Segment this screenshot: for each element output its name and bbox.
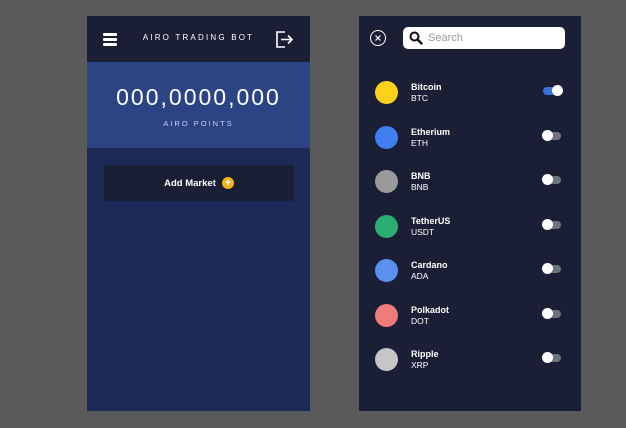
coin-color-icon bbox=[375, 348, 398, 371]
coin-ticker: ETH bbox=[411, 137, 428, 148]
points-panel: 000,0000,000 AIRO POINTS bbox=[87, 62, 310, 148]
toggle-knob bbox=[542, 352, 553, 363]
coin-name: Ripple bbox=[411, 349, 439, 359]
coin-toggle[interactable] bbox=[542, 307, 561, 319]
coin-color-icon bbox=[375, 125, 398, 149]
close-icon bbox=[375, 35, 381, 41]
coin-color-icon bbox=[375, 259, 398, 282]
dashboard-screen: AIRO TRADING BOT 000,0000,000 AIRO POINT… bbox=[87, 16, 310, 411]
coin-row-usdt[interactable]: TetherUS USDT bbox=[359, 207, 581, 252]
coin-name: Etherium bbox=[411, 126, 451, 137]
coin-row-bnb[interactable]: BNB BNB bbox=[359, 162, 581, 207]
coin-row-xrp[interactable]: Ripple XRP bbox=[359, 340, 581, 385]
coin-ticker: USDT bbox=[411, 226, 435, 237]
coin-row-ada[interactable]: Cardano ADA bbox=[359, 251, 581, 296]
toggle-knob bbox=[542, 218, 553, 230]
coin-color-icon bbox=[375, 81, 398, 104]
search-icon bbox=[409, 31, 423, 45]
search-input[interactable] bbox=[428, 27, 558, 49]
coin-toggle[interactable] bbox=[542, 129, 561, 141]
coin-row-eth[interactable]: Etherium ETH bbox=[359, 118, 581, 163]
coin-name: BNB bbox=[411, 171, 431, 181]
search-bar[interactable] bbox=[403, 27, 565, 49]
coin-name: Polkadot bbox=[411, 304, 450, 315]
add-market-label: Add Market bbox=[164, 177, 216, 189]
coin-name: Cardano bbox=[411, 260, 448, 270]
coin-name: TetherUS bbox=[411, 215, 451, 226]
coin-toggle[interactable] bbox=[542, 174, 561, 185]
coin-ticker: XRP bbox=[411, 360, 429, 370]
logout-icon[interactable] bbox=[275, 30, 294, 49]
toggle-knob bbox=[542, 129, 553, 141]
coin-row-btc[interactable]: Bitcoin BTC bbox=[359, 73, 581, 118]
coin-name: Bitcoin bbox=[411, 82, 442, 92]
close-button[interactable] bbox=[370, 30, 386, 46]
coin-toggle[interactable] bbox=[542, 352, 561, 363]
coin-color-icon bbox=[375, 170, 398, 193]
coin-ticker: DOT bbox=[411, 315, 429, 326]
toggle-knob bbox=[552, 85, 563, 96]
add-market-button[interactable]: Add Market + bbox=[104, 165, 294, 201]
points-label: AIRO POINTS bbox=[163, 119, 234, 128]
coin-list: Bitcoin BTC Etherium ETH BNB BNB TetherUS USDT C… bbox=[359, 73, 581, 385]
toggle-knob bbox=[542, 174, 553, 185]
coin-toggle[interactable] bbox=[543, 85, 563, 96]
toggle-knob bbox=[542, 263, 553, 274]
plus-circle-icon: + bbox=[221, 177, 234, 189]
market-select-screen: BitcoinBTCEtheriumETHBNBBNBTetherUSUSDTC… bbox=[359, 16, 581, 411]
coin-color-icon bbox=[375, 303, 398, 327]
top-bar: AIRO TRADING BOT bbox=[87, 16, 310, 62]
coin-toggle[interactable] bbox=[542, 218, 561, 230]
points-value: 000,0000,000 bbox=[116, 84, 281, 110]
coin-ticker: BTC bbox=[411, 93, 428, 103]
coin-ticker: BNB bbox=[411, 182, 429, 192]
toggle-knob bbox=[542, 307, 553, 319]
coin-color-icon bbox=[375, 214, 398, 238]
coin-row-dot[interactable]: Polkadot DOT bbox=[359, 296, 581, 341]
coin-ticker: ADA bbox=[411, 271, 429, 281]
coin-toggle[interactable] bbox=[542, 263, 561, 274]
